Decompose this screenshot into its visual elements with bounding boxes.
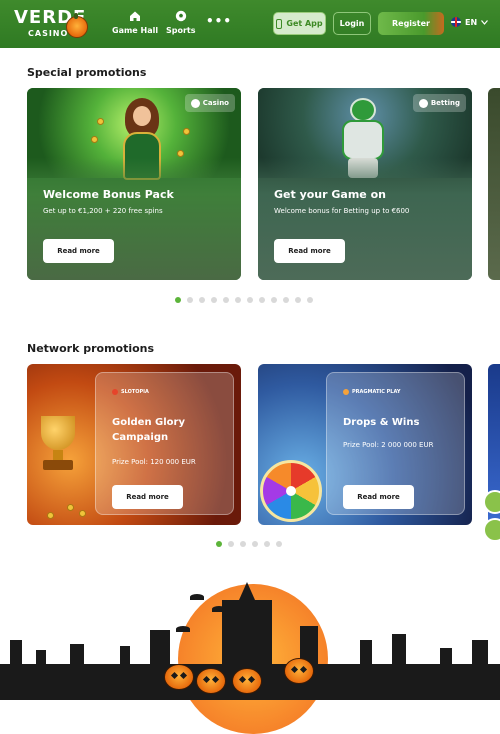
- provider-logo: PRAGMATIC PLAY: [343, 389, 401, 395]
- nav-game-hall-label: Game Hall: [112, 26, 159, 35]
- home-icon: [130, 11, 141, 21]
- promo-title: Get your Game on: [274, 188, 386, 201]
- pagination-dot[interactable]: [175, 297, 181, 303]
- more-menu-button[interactable]: •••: [206, 14, 232, 28]
- side-gift-badge[interactable]: [483, 490, 500, 514]
- read-more-button[interactable]: Read more: [343, 485, 414, 509]
- pagination-dot[interactable]: [187, 297, 193, 303]
- prize-wheel-illustration: [260, 460, 322, 522]
- jack-o-lantern-icon: [196, 668, 226, 694]
- ball-icon: [418, 98, 428, 108]
- soccer-ball-icon: [175, 10, 186, 22]
- network-promo-title: Drops & Wins: [343, 417, 420, 428]
- next-promo-card-peek[interactable]: [488, 88, 500, 280]
- nav-game-hall[interactable]: Game Hall: [112, 10, 158, 35]
- bat-icon: [176, 626, 190, 632]
- casino-tag-label: Casino: [202, 99, 229, 107]
- casino-tag: Casino: [184, 94, 235, 112]
- prize-pool-text: Prize Pool: 2 000 000 EUR: [343, 441, 434, 449]
- provider-logo: SLOTOPIA: [112, 389, 149, 395]
- provider-name: SLOTOPIA: [121, 389, 149, 395]
- promo-title: Welcome Bonus Pack: [43, 188, 174, 201]
- read-more-button[interactable]: Read more: [274, 239, 345, 263]
- pagination-dot[interactable]: [307, 297, 313, 303]
- trophy-illustration: [35, 412, 81, 472]
- haunted-castle-silhouette: [222, 582, 272, 670]
- pagination-dot[interactable]: [271, 297, 277, 303]
- pagination-dot[interactable]: [216, 541, 222, 547]
- nav-sports[interactable]: Sports: [166, 10, 196, 35]
- pagination-dot[interactable]: [211, 297, 217, 303]
- chevron-down-icon: [481, 19, 489, 25]
- pagination-dot[interactable]: [276, 541, 282, 547]
- pagination-dot[interactable]: [259, 297, 265, 303]
- nav-sports-label: Sports: [166, 26, 196, 35]
- login-button[interactable]: Login: [333, 12, 371, 35]
- uk-flag-icon: [451, 17, 461, 27]
- phone-icon: [276, 18, 283, 29]
- prize-pool-text: Prize Pool: 120 000 EUR: [112, 458, 196, 466]
- get-app-button[interactable]: Get App: [273, 12, 326, 35]
- pagination-dot[interactable]: [235, 297, 241, 303]
- register-label: Register: [391, 19, 430, 28]
- register-button[interactable]: Register: [378, 12, 444, 35]
- language-selector[interactable]: EN: [451, 17, 489, 27]
- special-promotions-heading: Special promotions: [27, 66, 147, 79]
- pagination-dot[interactable]: [264, 541, 270, 547]
- network-promo-title: Golden Glory Campaign: [112, 417, 186, 443]
- login-label: Login: [339, 19, 365, 28]
- network-card-drops-wins[interactable]: PRAGMATIC PLAY Drops & Wins Prize Pool: …: [258, 364, 472, 525]
- special-promotions-pagination: [175, 297, 313, 303]
- pagination-dot[interactable]: [295, 297, 301, 303]
- betting-tag: Betting: [412, 94, 466, 112]
- pagination-dot[interactable]: [228, 541, 234, 547]
- pagination-dot[interactable]: [223, 297, 229, 303]
- promo-glass-panel: PRAGMATIC PLAY Drops & Wins Prize Pool: …: [326, 372, 465, 515]
- more-dots-icon: •••: [206, 14, 233, 28]
- pagination-dot[interactable]: [199, 297, 205, 303]
- jack-o-lantern-icon: [284, 658, 314, 684]
- casino-chip-icon: [190, 98, 200, 108]
- promo-description: Get up to €1,200 + 220 free spins: [43, 207, 163, 215]
- network-promotions-heading: Network promotions: [27, 342, 155, 355]
- pumpkin-icon: [66, 13, 88, 38]
- jack-o-lantern-icon: [164, 664, 194, 690]
- network-card-golden-glory[interactable]: SLOTOPIA Golden Glory Campaign Prize Poo…: [27, 364, 241, 525]
- get-app-label: Get App: [286, 19, 323, 28]
- side-bonus-badge[interactable]: [483, 518, 500, 542]
- promo-glass-panel: SLOTOPIA Golden Glory Campaign Prize Poo…: [95, 372, 234, 515]
- pragmatic-play-icon: [343, 389, 349, 395]
- read-more-button[interactable]: Read more: [43, 239, 114, 263]
- top-header: VERDE CASINO Game Hall Sports ••• Get Ap…: [0, 0, 500, 48]
- bat-icon: [190, 594, 204, 600]
- jack-o-lantern-icon: [232, 668, 262, 694]
- logo-subtitle: CASINO: [28, 29, 69, 38]
- provider-name: PRAGMATIC PLAY: [352, 389, 401, 395]
- pagination-dot[interactable]: [283, 297, 289, 303]
- pagination-dot[interactable]: [247, 297, 253, 303]
- read-more-button[interactable]: Read more: [112, 485, 183, 509]
- language-label: EN: [465, 17, 478, 27]
- halloween-decoration-banner: [0, 570, 500, 734]
- verde-casino-logo[interactable]: VERDE CASINO: [14, 7, 92, 43]
- slotopia-icon: [112, 389, 118, 395]
- network-promotions-pagination: [216, 541, 282, 547]
- pagination-dot[interactable]: [240, 541, 246, 547]
- promo-description: Welcome bonus for Betting up to €600: [274, 207, 410, 215]
- promo-card-casino[interactable]: Casino Welcome Bonus Pack Get up to €1,2…: [27, 88, 241, 280]
- promo-card-betting[interactable]: Betting Get your Game on Welcome bonus f…: [258, 88, 472, 280]
- pagination-dot[interactable]: [252, 541, 258, 547]
- betting-tag-label: Betting: [430, 99, 460, 107]
